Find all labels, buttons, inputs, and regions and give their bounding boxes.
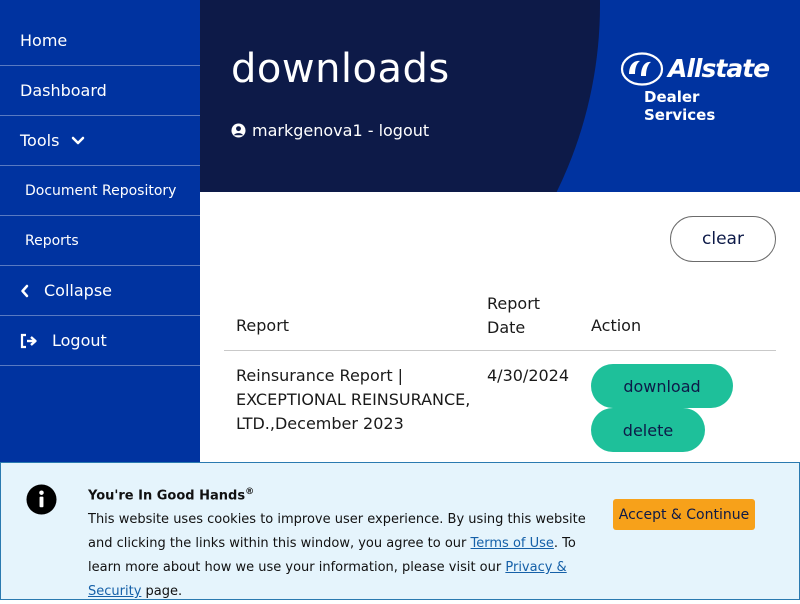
brand-subtitle: Dealer Services [644, 88, 716, 124]
chevron-down-icon [71, 136, 85, 146]
sidebar-item-label: Logout [52, 331, 107, 350]
sidebar-item-label: Home [20, 31, 68, 50]
sidebar-item-tools[interactable]: Tools [0, 116, 200, 166]
sidebar-item-dashboard[interactable]: Dashboard [0, 66, 200, 116]
user-circle-icon [231, 123, 246, 138]
column-header-report: Report [236, 316, 290, 335]
column-header-action: Action [591, 316, 642, 335]
user-logout-link[interactable]: markgenova1 - logout [231, 121, 429, 140]
header-arc-decoration [200, 0, 600, 192]
sidebar-item-logout[interactable]: Logout [0, 316, 200, 366]
page-title: downloads [231, 46, 450, 92]
delete-button[interactable]: delete [591, 408, 705, 452]
sidebar-item-label: Dashboard [20, 81, 107, 100]
sidebar-item-collapse[interactable]: Collapse [0, 266, 200, 316]
clear-button[interactable]: clear [670, 216, 776, 262]
chevron-left-icon [20, 284, 30, 298]
brand-name: Allstate [668, 54, 770, 83]
user-text: markgenova1 - logout [252, 121, 430, 140]
cookie-banner-title: You're In Good Hands® [88, 487, 255, 504]
allstate-logo: Allstate Dealer Services [620, 52, 770, 124]
sidebar-item-label: Reports [25, 232, 79, 249]
info-icon [26, 484, 57, 519]
download-button[interactable]: download [591, 364, 733, 408]
cookie-banner-text: This website uses cookies to improve use… [88, 512, 586, 599]
report-date-cell: 4/30/2024 [487, 366, 570, 385]
sidebar-item-home[interactable]: Home [0, 0, 200, 66]
sidebar-item-label: Tools [20, 131, 60, 150]
table-header-divider [224, 350, 776, 351]
report-name-cell: Reinsurance Report | EXCEPTIONAL REINSUR… [236, 366, 471, 433]
terms-of-use-link[interactable]: Terms of Use [471, 536, 554, 551]
sidebar-item-reports[interactable]: Reports [0, 216, 200, 266]
page-header: downloads markgenova1 - logout Allstate … [200, 0, 800, 192]
logout-icon [20, 333, 38, 349]
sidebar-item-label: Document Repository [25, 182, 177, 199]
sidebar-item-document-repository[interactable]: Document Repository [0, 166, 200, 216]
cookie-banner: You're In Good Hands® This website uses … [0, 462, 800, 600]
sidebar-item-label: Collapse [44, 281, 112, 300]
good-hands-logo-icon [620, 52, 664, 86]
column-header-report-date: Report Date [487, 294, 541, 337]
accept-continue-button[interactable]: Accept & Continue [613, 499, 755, 530]
